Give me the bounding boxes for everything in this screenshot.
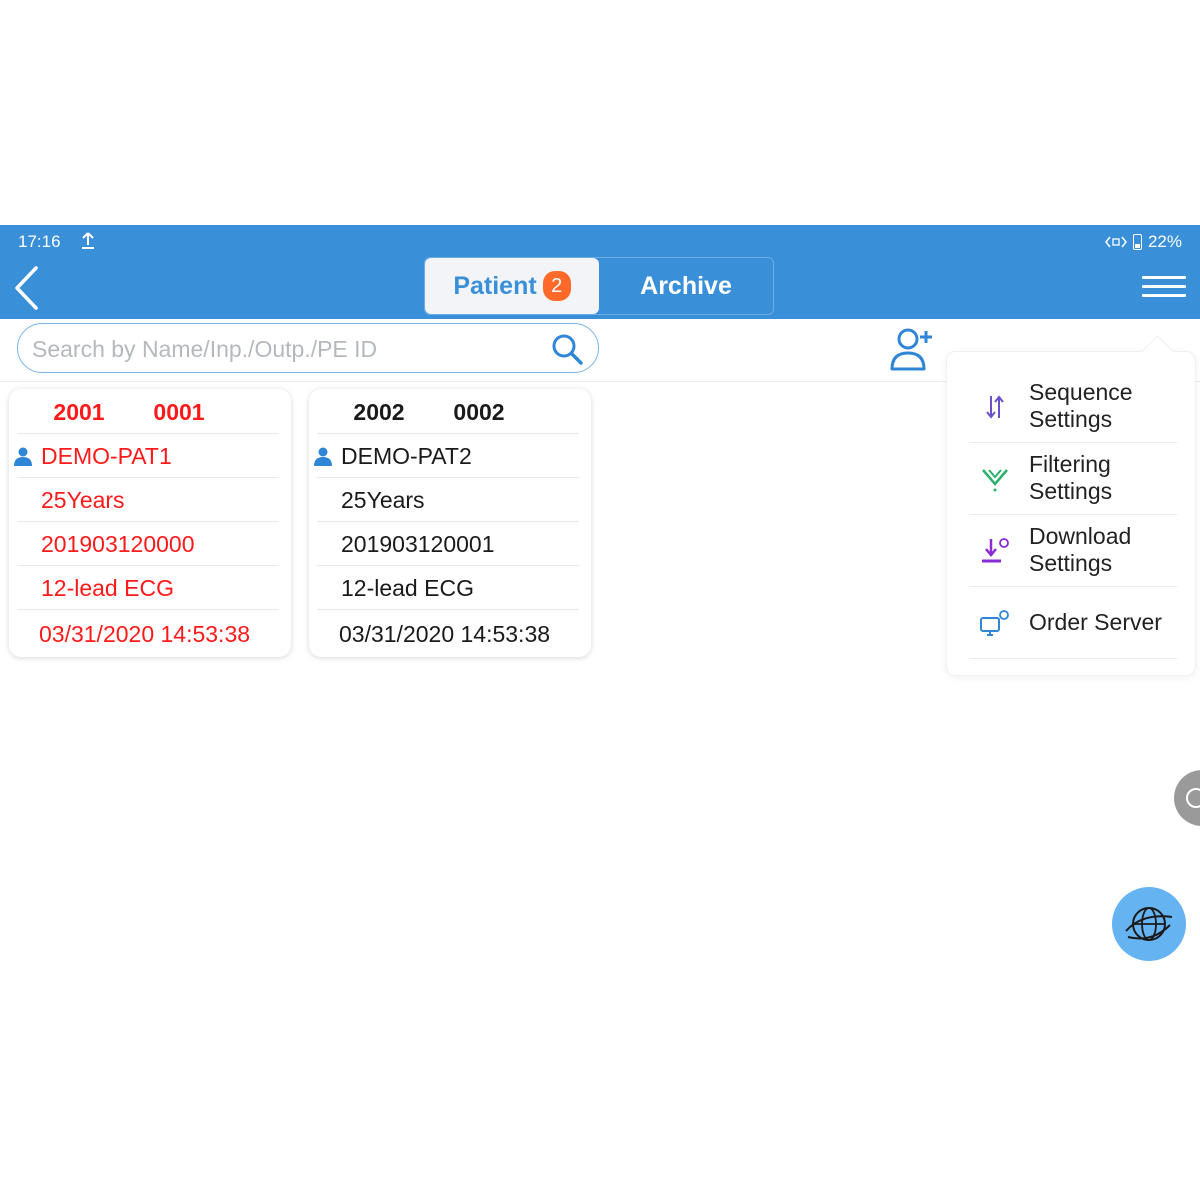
status-time: 17:16 (18, 232, 61, 251)
person-icon (14, 447, 32, 466)
patient-id-primary: 2001 (53, 399, 105, 425)
patient-exam-type: 12-lead ECG (317, 565, 579, 610)
settings-dropdown-menu: Sequence Settings Filtering Settings Dow… (946, 335, 1196, 676)
search-input[interactable] (30, 332, 534, 366)
menu-item-download-settings[interactable]: Download Settings (969, 514, 1177, 587)
menu-item-label: Sequence Settings (1029, 379, 1133, 432)
person-icon (314, 447, 332, 466)
menu-item-sequence-settings[interactable]: Sequence Settings (969, 370, 1177, 443)
download-settings-icon (982, 538, 1009, 563)
sort-icon (986, 395, 1004, 419)
menu-item-label: Download Settings (1029, 523, 1132, 576)
assistant-icon (1186, 788, 1200, 808)
status-bar: 17:16 22% (0, 225, 1200, 257)
patient-id-secondary: 0001 (153, 399, 205, 425)
tab-group: Patient 2 Archive (424, 257, 774, 315)
patient-name: DEMO-PAT2 (341, 443, 472, 469)
tab-archive-label: Archive (640, 271, 732, 300)
globe-icon (1125, 907, 1173, 941)
tab-patient-label: Patient (453, 271, 537, 300)
patient-datetime: 03/31/2020 14:53:38 (17, 609, 279, 654)
menu-item-filtering-settings[interactable]: Filtering Settings (969, 442, 1177, 515)
vibrate-icon (1105, 236, 1127, 248)
floating-globe-button[interactable] (1112, 887, 1186, 961)
floating-assistant-button[interactable] (1174, 770, 1200, 826)
status-right: 22% (1105, 232, 1182, 252)
add-patient-icon[interactable] (888, 325, 936, 373)
patient-name: DEMO-PAT1 (41, 443, 172, 469)
tab-archive[interactable]: Archive (599, 258, 773, 314)
tab-patient[interactable]: Patient 2 (425, 258, 599, 314)
back-icon[interactable] (12, 265, 42, 311)
patient-ids: 2001 0001 (9, 389, 291, 433)
top-bar: Patient 2 Archive (0, 257, 1200, 319)
menu-item-label: Order Server (1029, 608, 1162, 635)
patient-name-row: DEMO-PAT2 (314, 433, 579, 478)
patient-card[interactable]: 2002 0002 DEMO-PAT2 25Years 201903120001… (309, 389, 591, 657)
patient-id-primary: 2002 (353, 399, 405, 425)
battery-level: 22% (1147, 232, 1182, 251)
patient-card[interactable]: 2001 0001 DEMO-PAT1 25Years 201903120000… (9, 389, 291, 657)
patient-count-badge: 2 (542, 271, 571, 301)
patient-age: 25Years (317, 477, 579, 522)
filter-icon (982, 469, 1008, 492)
patient-number: 201903120001 (317, 521, 579, 566)
patient-number: 201903120000 (17, 521, 279, 566)
patient-exam-type: 12-lead ECG (17, 565, 279, 610)
patient-id-secondary: 0002 (453, 399, 505, 425)
search-icon[interactable] (550, 332, 584, 366)
patient-name-row: DEMO-PAT1 (14, 433, 279, 478)
search-box (17, 323, 599, 373)
patient-age: 25Years (17, 477, 279, 522)
upload-icon (82, 232, 94, 249)
battery-icon (1132, 234, 1142, 250)
menu-item-label: Filtering Settings (1029, 451, 1113, 504)
monitor-settings-icon (980, 610, 1009, 636)
menu-item-order-server[interactable]: Order Server (969, 586, 1177, 659)
app-window: 17:16 22% Patient 2 Archive Search by Na… (0, 225, 1200, 995)
patient-ids: 2002 0002 (309, 389, 591, 433)
hamburger-menu-icon[interactable] (1142, 270, 1186, 304)
patient-datetime: 03/31/2020 14:53:38 (317, 609, 579, 654)
